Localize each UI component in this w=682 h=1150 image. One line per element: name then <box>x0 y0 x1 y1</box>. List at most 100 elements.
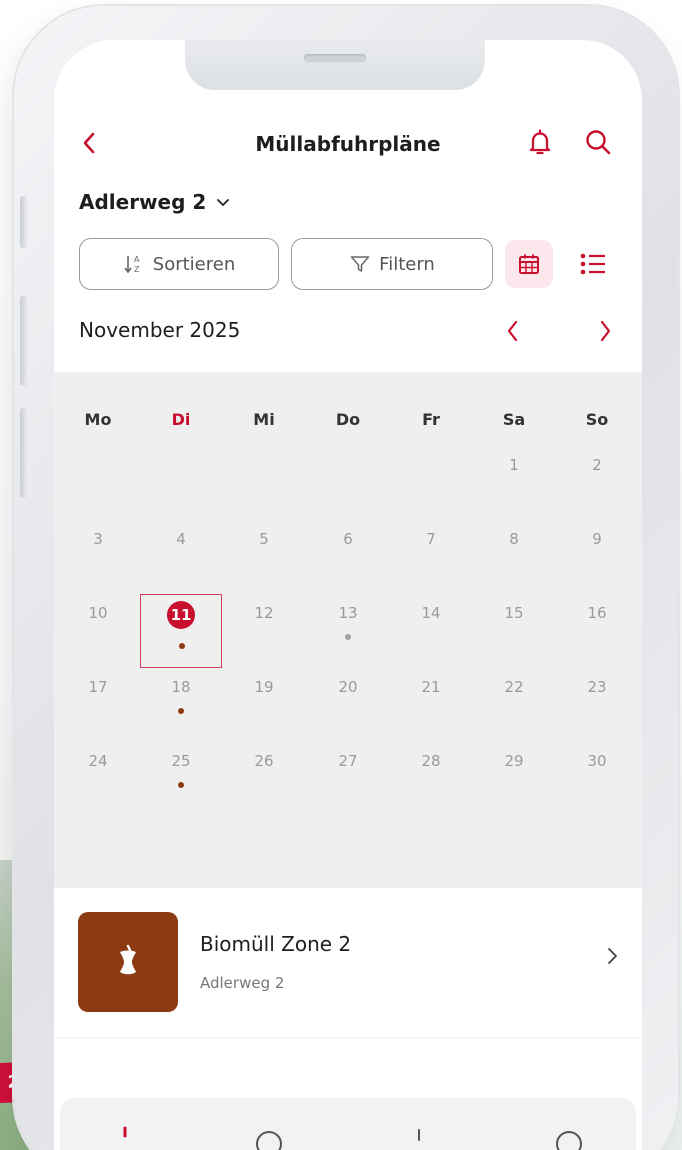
biomuell-icon-tile <box>78 912 178 1012</box>
sort-button[interactable]: A Z Sortieren <box>79 238 279 290</box>
calendar-day[interactable]: 3 <box>68 528 128 588</box>
calendar-day[interactable]: 20 <box>318 676 378 736</box>
calendar-day[interactable]: 5 <box>234 528 294 588</box>
filter-icon <box>350 256 370 272</box>
chevron-left-icon <box>507 320 518 342</box>
calendar-day-number: 22 <box>504 678 524 696</box>
tab-circle-icon[interactable] <box>554 1124 584 1150</box>
bottom-tab-bar <box>60 1098 636 1150</box>
svg-text:Z: Z <box>134 265 140 274</box>
calendar-day[interactable]: 16 <box>567 602 627 662</box>
calendar-day[interactable]: 8 <box>484 528 544 588</box>
chevron-down-icon <box>217 199 230 206</box>
bell-icon <box>529 129 551 155</box>
weekday-header: Di <box>171 410 191 429</box>
calendar-day[interactable]: 9 <box>567 528 627 588</box>
calendar-day-number: 15 <box>504 604 524 622</box>
list-view-toggle[interactable] <box>569 240 617 288</box>
calendar-day[interactable]: 17 <box>68 676 128 736</box>
weekday-header: Mi <box>253 410 275 429</box>
chevron-right-icon <box>600 320 611 342</box>
calendar-day[interactable]: 29 <box>484 750 544 810</box>
calendar-day-number: 21 <box>421 678 441 696</box>
calendar-day[interactable]: 22 <box>484 676 544 736</box>
phone-side-button <box>20 296 28 386</box>
calendar-day-number: 8 <box>509 530 519 548</box>
svg-text:A: A <box>134 255 140 264</box>
month-calendar: Mo Di Mi Do Fr Sa So 1 2 3 4 5 6 7 8 9 10 11 12 13 14… <box>54 372 642 888</box>
list-toolbar: A Z Sortieren Filtern <box>79 238 619 290</box>
notification-button[interactable] <box>524 126 556 158</box>
calendar-day[interactable]: 10 <box>68 602 128 662</box>
tab-circle-icon[interactable] <box>254 1124 284 1150</box>
phone-side-button <box>20 408 28 498</box>
calendar-day[interactable]: 2 <box>567 454 627 514</box>
calendar-day-selected[interactable]: 11 <box>140 594 222 668</box>
calendar-view-toggle[interactable] <box>505 240 553 288</box>
calendar-day[interactable]: 19 <box>234 676 294 736</box>
app-screen: Müllabfuhrpläne Adlerweg 2 A Z Sortieren… <box>54 40 642 1150</box>
calendar-day[interactable]: 1 <box>484 454 544 514</box>
calendar-day-number: 26 <box>254 752 274 770</box>
collection-marker-dot <box>178 782 184 788</box>
sort-az-icon: A Z <box>124 255 140 274</box>
previous-month-button[interactable] <box>497 316 527 346</box>
calendar-day[interactable]: 30 <box>567 750 627 810</box>
calendar-day[interactable]: 15 <box>484 602 544 662</box>
address-label: Adlerweg 2 <box>79 190 207 214</box>
calendar-day[interactable]: 13 <box>318 602 378 662</box>
calendar-day[interactable]: 26 <box>234 750 294 810</box>
phone-speaker <box>304 54 366 62</box>
tab-line-icon[interactable] <box>404 1124 434 1150</box>
calendar-day-number: 23 <box>587 678 607 696</box>
weekday-header: So <box>585 410 609 429</box>
calendar-day-number: 1 <box>509 456 519 474</box>
calendar-day[interactable]: 12 <box>234 602 294 662</box>
list-icon <box>580 253 605 275</box>
calendar-day[interactable]: 25 <box>151 750 211 810</box>
calendar-day[interactable]: 28 <box>401 750 461 810</box>
month-navigation: November 2025 <box>79 316 619 348</box>
calendar-day-number: 2 <box>592 456 602 474</box>
calendar-day[interactable]: 18 <box>151 676 211 736</box>
calendar-day-number: 9 <box>592 530 602 548</box>
calendar-day-number: 16 <box>587 604 607 622</box>
calendar-day-number: 28 <box>421 752 441 770</box>
sort-label: Sortieren <box>152 253 236 275</box>
search-button[interactable] <box>582 126 614 158</box>
next-month-button[interactable] <box>591 316 621 346</box>
calendar-day[interactable]: 14 <box>401 602 461 662</box>
calendar-day[interactable]: 24 <box>68 750 128 810</box>
collection-event-row[interactable]: Biomüll Zone 2 Adlerweg 2 <box>54 888 642 1038</box>
filter-button[interactable]: Filtern <box>291 238 493 290</box>
phone-notch <box>185 40 485 90</box>
collection-marker-dot <box>179 643 185 649</box>
weekday-header: Do <box>335 410 361 429</box>
apple-core-icon <box>120 944 136 975</box>
weekday-header: Mo <box>84 410 112 429</box>
calendar-day-number: 6 <box>343 530 353 548</box>
calendar-day-number: 19 <box>254 678 274 696</box>
calendar-day-number: 30 <box>587 752 607 770</box>
calendar-day[interactable]: 6 <box>318 528 378 588</box>
calendar-day-number: 20 <box>338 678 358 696</box>
calendar-day[interactable]: 21 <box>401 676 461 736</box>
calendar-day-number: 24 <box>88 752 108 770</box>
calendar-day[interactable]: 4 <box>151 528 211 588</box>
calendar-day[interactable]: 27 <box>318 750 378 810</box>
calendar-day-number: 18 <box>171 678 191 696</box>
event-subtitle: Adlerweg 2 <box>200 974 285 992</box>
filter-label: Filtern <box>379 253 435 275</box>
search-icon <box>586 130 611 155</box>
calendar-day[interactable]: 23 <box>567 676 627 736</box>
calendar-day-number: 17 <box>88 678 108 696</box>
calendar-day-number: 25 <box>171 752 191 770</box>
app-header: Müllabfuhrpläne <box>54 122 642 166</box>
calendar-day-number: 29 <box>504 752 524 770</box>
calendar-day-number: 27 <box>338 752 358 770</box>
address-selector[interactable]: Adlerweg 2 <box>79 190 232 214</box>
phone-side-button <box>20 196 28 248</box>
calendar-day[interactable]: 7 <box>401 528 461 588</box>
home-tab-icon[interactable] <box>110 1124 140 1150</box>
calendar-icon <box>519 254 539 274</box>
